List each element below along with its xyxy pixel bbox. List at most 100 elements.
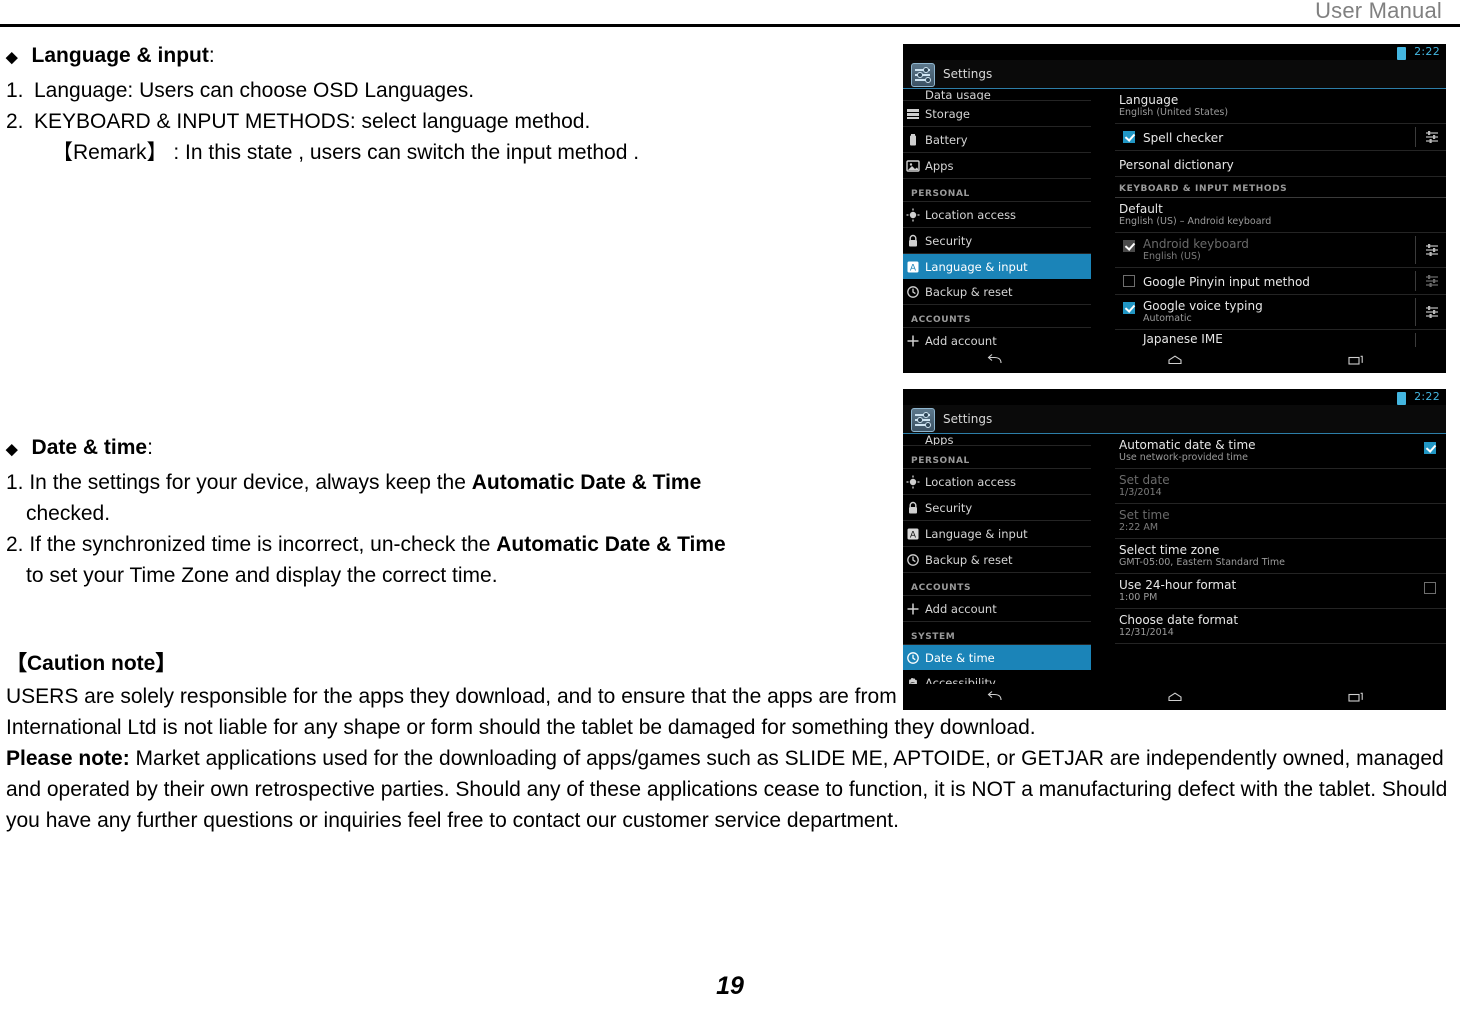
sidebar-item-add-account[interactable]: Add account: [903, 328, 1091, 347]
sidebar-item-label: Storage: [925, 106, 970, 121]
detail-row-personal-dictionary[interactable]: Personal dictionary: [1115, 151, 1446, 177]
detail-row-select-time-zone[interactable]: Select time zone GMT-05:00, Eastern Stan…: [1115, 539, 1446, 574]
automatic-date-time-checkbox[interactable]: [1424, 442, 1436, 454]
sidebar-item-clipped[interactable]: Apps: [903, 434, 1091, 446]
google-pinyin-checkbox[interactable]: [1123, 275, 1135, 287]
sidebar-item-language-input[interactable]: A Language & input: [903, 254, 1091, 279]
sidebar-item-storage[interactable]: Storage: [903, 101, 1091, 127]
detail-row-automatic-date-time[interactable]: Automatic date & time Use network-provid…: [1115, 434, 1446, 469]
row-divider: [1415, 333, 1416, 347]
section-language-heading-colon: :: [208, 44, 215, 67]
lock-icon: [906, 234, 920, 248]
input-settings-icon[interactable]: [1424, 129, 1440, 145]
input-settings-icon[interactable]: [1424, 242, 1440, 258]
sidebar-item-clipped[interactable]: Data usage: [903, 89, 1091, 101]
detail-row-default-keyboard[interactable]: Default English (US) – Android keyboard: [1115, 198, 1446, 233]
recents-icon[interactable]: [1265, 353, 1446, 367]
list-item-continuation: to set your Time Zone and display the co…: [26, 564, 498, 587]
sidebar-item-label: Security: [925, 233, 973, 248]
sidebar-item-apps[interactable]: Apps: [903, 153, 1091, 179]
detail-subtitle: 12/31/2014: [1119, 627, 1174, 638]
settings-sliders-icon: [911, 408, 935, 432]
android-nav-bar[interactable]: [903, 684, 1446, 710]
lock-icon: [906, 501, 920, 515]
detail-title: Personal dictionary: [1119, 158, 1234, 172]
caution-paragraph-2: Please note: Market applications used fo…: [6, 743, 1454, 836]
sidebar-item-label: Security: [925, 500, 973, 515]
detail-row-set-date[interactable]: Set date 1/3/2014: [1115, 469, 1446, 504]
detail-subtitle: English (US) – Android keyboard: [1119, 216, 1272, 227]
detail-title: Set date: [1119, 473, 1170, 487]
sidebar-item-security[interactable]: Security: [903, 495, 1091, 521]
input-settings-icon[interactable]: [1424, 273, 1440, 289]
detail-row-japanese-ime[interactable]: Japanese IME: [1115, 330, 1446, 347]
status-clock: 2:22: [1414, 45, 1440, 58]
sidebar-item-add-account[interactable]: Add account: [903, 596, 1091, 622]
detail-row-spell-checker[interactable]: Spell checker: [1115, 124, 1446, 151]
sidebar-item-backup-reset[interactable]: Backup & reset: [903, 279, 1091, 305]
android-keyboard-checkbox[interactable]: [1123, 240, 1135, 252]
svg-text:A: A: [910, 263, 917, 273]
home-icon[interactable]: [1084, 353, 1265, 367]
sidebar-item-location-access[interactable]: Location access: [903, 202, 1091, 228]
list-text: Language: Users can choose OSD Languages…: [34, 79, 475, 102]
battery-icon: [906, 133, 920, 147]
sidebar-item-accessibility[interactable]: Accessibility: [903, 670, 1091, 684]
sidebar-item-location-access[interactable]: Location access: [903, 469, 1091, 495]
battery-icon: [1397, 47, 1406, 60]
detail-row-android-keyboard[interactable]: Android keyboard English (US): [1115, 233, 1446, 268]
location-icon: [906, 475, 920, 489]
detail-title: Default: [1119, 202, 1163, 216]
detail-subtitle: Automatic: [1143, 313, 1192, 324]
section-datetime-heading: ◆ Date & time:: [6, 432, 906, 465]
settings-detail-language[interactable]: Language English (United States) Spell c…: [1115, 89, 1446, 347]
section-language-heading: ◆ Language & input:: [6, 40, 906, 73]
input-settings-icon[interactable]: [1424, 304, 1440, 320]
action-bar: Settings: [903, 405, 1446, 433]
plus-icon: [906, 602, 920, 616]
sidebar-item-backup-reset[interactable]: Backup & reset: [903, 547, 1091, 573]
back-icon[interactable]: [903, 690, 1084, 704]
sidebar-item-security[interactable]: Security: [903, 228, 1091, 254]
action-bar: Settings: [903, 60, 1446, 88]
sidebar-item-language-input[interactable]: A Language & input: [903, 521, 1091, 547]
android-nav-bar[interactable]: [903, 347, 1446, 373]
settings-panes: Data usage Storage Battery Apps PERSONAL…: [903, 89, 1446, 347]
detail-row-google-pinyin[interactable]: Google Pinyin input method: [1115, 268, 1446, 295]
settings-sidebar[interactable]: Apps PERSONAL Location access Security A: [903, 434, 1099, 684]
emphasis-text: Automatic Date & Time: [496, 533, 726, 556]
detail-title: Automatic date & time: [1119, 438, 1256, 452]
sidebar-category-system: SYSTEM: [903, 622, 1091, 645]
sidebar-item-date-time[interactable]: Date & time: [903, 645, 1091, 670]
section-language-heading-text: Language & input: [31, 44, 209, 67]
home-icon[interactable]: [1084, 690, 1265, 704]
detail-row-language[interactable]: Language English (United States): [1115, 89, 1446, 124]
battery-icon: [1397, 392, 1406, 405]
sidebar-item-battery[interactable]: Battery: [903, 127, 1091, 153]
detail-title: Japanese IME: [1143, 332, 1223, 346]
list-text: 2. If the synchronized time is incorrect…: [6, 533, 497, 556]
sidebar-item-label: Add account: [925, 601, 997, 616]
detail-row-google-voice-typing[interactable]: Google voice typing Automatic: [1115, 295, 1446, 330]
please-note-text: Market applications used for the downloa…: [6, 747, 1448, 832]
detail-subtitle: English (United States): [1119, 107, 1229, 118]
detail-title: Language: [1119, 93, 1179, 107]
page-number: 19: [716, 972, 744, 1000]
settings-sidebar[interactable]: Data usage Storage Battery Apps PERSONAL…: [903, 89, 1099, 347]
google-voice-typing-checkbox[interactable]: [1123, 302, 1135, 314]
clock-icon: [906, 651, 920, 665]
recents-icon[interactable]: [1265, 690, 1446, 704]
section-date-time: ◆ Date & time: 1. In the settings for yo…: [6, 432, 906, 591]
detail-row-use-24-hour-format[interactable]: Use 24-hour format 1:00 PM: [1115, 574, 1446, 609]
settings-detail-date-time[interactable]: Automatic date & time Use network-provid…: [1115, 434, 1446, 684]
apps-icon: [906, 159, 920, 173]
back-icon[interactable]: [903, 353, 1084, 367]
sidebar-item-label: Location access: [925, 207, 1017, 222]
detail-row-choose-date-format[interactable]: Choose date format 12/31/2014: [1115, 609, 1446, 644]
detail-category-keyboard-input-methods: KEYBOARD & INPUT METHODS: [1115, 177, 1446, 198]
spell-checker-checkbox[interactable]: [1123, 131, 1135, 143]
sidebar-item-label: Location access: [925, 474, 1017, 489]
detail-row-set-time[interactable]: Set time 2:22 AM: [1115, 504, 1446, 539]
use-24-hour-format-checkbox[interactable]: [1424, 582, 1436, 594]
detail-title: Choose date format: [1119, 613, 1239, 627]
